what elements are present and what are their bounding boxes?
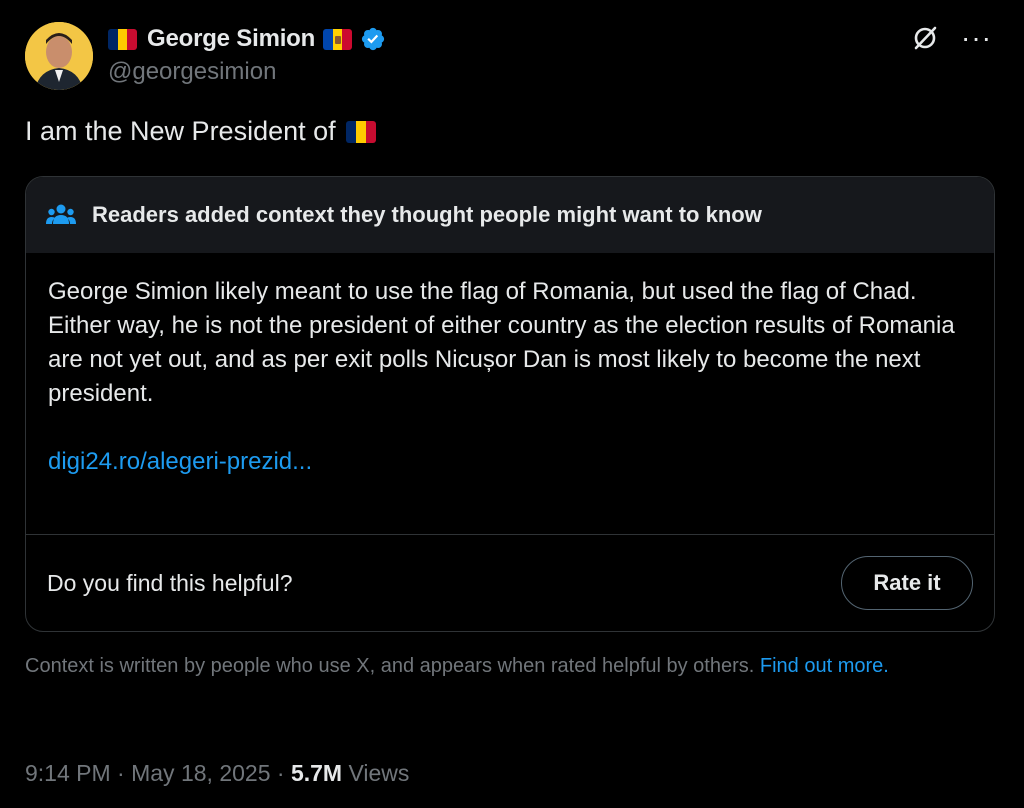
- handle[interactable]: @georgesimion: [108, 58, 276, 86]
- chad-flag-icon: [108, 28, 137, 50]
- note-paragraph: Either way, he is not the president of e…: [48, 312, 955, 407]
- meta-separator: ·: [117, 760, 125, 786]
- helpful-question: Do you find this helpful?: [47, 569, 293, 596]
- tweet-text: I am the New President of: [25, 116, 376, 147]
- context-disclaimer: Context is written by people who use X, …: [25, 652, 975, 680]
- note-header-text: Readers added context they thought peopl…: [92, 202, 762, 227]
- note-footer: Do you find this helpful? Rate it: [26, 534, 994, 631]
- avatar-photo: [25, 22, 93, 90]
- tweet-time[interactable]: 9:14 PM: [25, 760, 111, 786]
- context-disclaimer-text: Context is written by people who use X, …: [25, 655, 755, 677]
- moldova-flag-icon: [323, 28, 353, 50]
- verified-badge-icon: [362, 27, 385, 51]
- note-header: Readers added context they thought peopl…: [26, 177, 994, 253]
- avatar[interactable]: [25, 22, 93, 90]
- note-source-link[interactable]: digi24.ro/alegeri-prezid...: [48, 445, 972, 479]
- author-header: George Simion: [108, 22, 386, 56]
- note-body: George Simion likely meant to use the fl…: [26, 253, 994, 534]
- note-paragraph: George Simion likely meant to use the fl…: [48, 278, 917, 305]
- views-count: 5.7M: [290, 760, 343, 786]
- find-out-more-link[interactable]: Find out more.: [760, 655, 889, 677]
- tweet-text-content: I am the New President of: [25, 116, 336, 146]
- tweet-actions-top: ···: [911, 24, 992, 52]
- chad-flag-icon: [345, 120, 376, 143]
- people-icon: [46, 204, 76, 224]
- community-note: Readers added context they thought peopl…: [25, 176, 995, 632]
- tweet-meta: 9:14 PM · May 18, 2025 · 5.7M Views: [25, 760, 409, 787]
- views-label: Views: [348, 760, 410, 786]
- more-options-icon[interactable]: ···: [961, 24, 992, 52]
- meta-separator: ·: [276, 760, 285, 786]
- grok-icon[interactable]: [911, 24, 939, 52]
- display-name[interactable]: George Simion: [147, 25, 315, 53]
- rate-it-button[interactable]: Rate it: [841, 556, 973, 610]
- tweet-date[interactable]: May 18, 2025: [131, 760, 270, 786]
